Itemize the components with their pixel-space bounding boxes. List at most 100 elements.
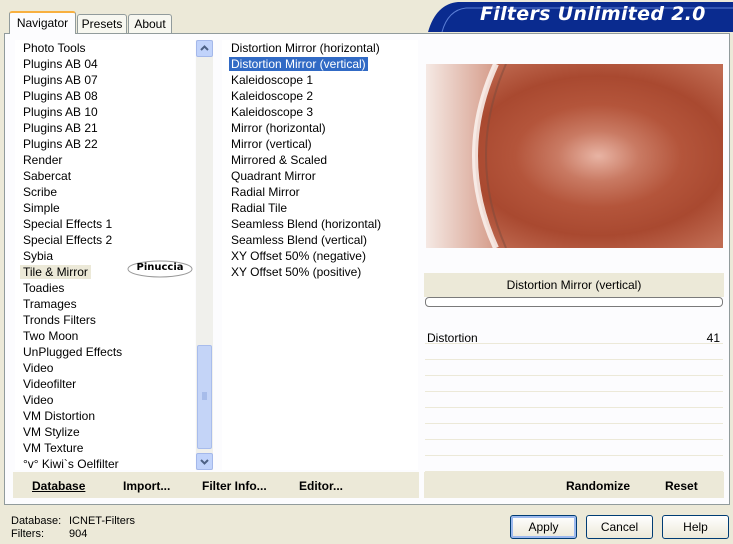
preview-image xyxy=(426,64,723,248)
category-item[interactable]: Plugins AB 04 xyxy=(15,56,195,72)
category-item[interactable]: Two Moon xyxy=(15,328,195,344)
filter-label: Mirrored & Scaled xyxy=(231,153,328,167)
filter-item[interactable]: Kaleidoscope 3 xyxy=(222,104,418,120)
filter-item[interactable]: Mirrored & Scaled xyxy=(222,152,418,168)
category-item[interactable]: Tramages xyxy=(15,296,195,312)
category-item[interactable]: VM Stylize xyxy=(15,424,195,440)
tab-presets[interactable]: Presets xyxy=(77,14,127,33)
scroll-thumb[interactable] xyxy=(197,345,212,449)
category-item[interactable]: UnPlugged Effects xyxy=(15,344,195,360)
category-item[interactable]: Video xyxy=(15,392,195,408)
tab-navigator[interactable]: Navigator xyxy=(9,11,76,34)
database-button[interactable]: Database xyxy=(32,479,85,493)
category-label: °v° Kiwi`s Oelfilter xyxy=(23,457,119,470)
filter-item[interactable]: Mirror (horizontal) xyxy=(222,120,418,136)
filter-list[interactable]: Distortion Mirror (horizontal) Distortion… xyxy=(222,40,418,470)
randomize-button[interactable]: Randomize xyxy=(566,479,630,493)
filter-label: Kaleidoscope 3 xyxy=(231,105,314,119)
category-label: Plugins AB 04 xyxy=(23,57,98,71)
filter-item[interactable]: XY Offset 50% (positive) xyxy=(222,264,418,280)
category-scrollbar[interactable] xyxy=(196,40,213,470)
category-item[interactable]: Special Effects 1 xyxy=(15,216,195,232)
chevron-down-icon xyxy=(200,459,209,465)
grip-icon xyxy=(202,392,207,400)
param-row-empty xyxy=(425,423,723,440)
param-row-empty xyxy=(425,455,723,472)
filters-label: Filters: xyxy=(11,528,44,540)
category-item[interactable]: Plugins AB 22 xyxy=(15,136,195,152)
filter-label: Seamless Blend (horizontal) xyxy=(231,217,382,231)
category-item[interactable]: Plugins AB 10 xyxy=(15,104,195,120)
category-label: Videofilter xyxy=(23,377,77,391)
filter-info-button[interactable]: Filter Info... xyxy=(202,479,267,493)
category-item[interactable]: Scribe xyxy=(15,184,195,200)
filter-item[interactable]: Kaleidoscope 2 xyxy=(222,88,418,104)
param-value-distortion[interactable]: 41 xyxy=(707,331,720,345)
category-item[interactable]: Tronds Filters xyxy=(15,312,195,328)
import-button[interactable]: Import... xyxy=(123,479,170,493)
param-label-distortion: Distortion xyxy=(427,331,478,345)
category-item[interactable]: Special Effects 2 xyxy=(15,232,195,248)
category-item[interactable]: Plugins AB 07 xyxy=(15,72,195,88)
category-label: Plugins AB 22 xyxy=(23,137,98,151)
reset-button[interactable]: Reset xyxy=(665,479,698,493)
filter-item[interactable]: Distortion Mirror (vertical) xyxy=(222,56,418,72)
category-label: VM Texture xyxy=(23,441,84,455)
category-item[interactable]: °v° Kiwi`s Oelfilter xyxy=(15,456,195,470)
category-label: Tronds Filters xyxy=(23,313,96,327)
help-button[interactable]: Help xyxy=(662,515,729,539)
filter-label: Distortion Mirror (vertical) xyxy=(229,57,368,71)
cancel-button[interactable]: Cancel xyxy=(586,515,653,539)
category-item[interactable]: Plugins AB 08 xyxy=(15,88,195,104)
filter-item[interactable]: Radial Tile xyxy=(222,200,418,216)
category-item[interactable]: Plugins AB 21 xyxy=(15,120,195,136)
category-label: Photo Tools xyxy=(23,41,86,55)
app-title: Filters Unlimited 2.0 xyxy=(480,3,706,25)
category-label: Sabercat xyxy=(23,169,72,183)
filter-item[interactable]: Mirror (vertical) xyxy=(222,136,418,152)
category-label: Sybia xyxy=(23,249,54,263)
category-label: Special Effects 1 xyxy=(23,217,113,231)
filter-label: Distortion Mirror (horizontal) xyxy=(231,41,380,55)
param-row-empty xyxy=(425,407,723,424)
category-item[interactable]: Sabercat xyxy=(15,168,195,184)
scroll-down-button[interactable] xyxy=(196,453,213,470)
tab-about[interactable]: About xyxy=(128,14,172,33)
category-item[interactable]: VM Distortion xyxy=(15,408,195,424)
apply-button[interactable]: Apply xyxy=(510,515,577,539)
filter-label: XY Offset 50% (positive) xyxy=(231,265,362,279)
category-item[interactable]: Videofilter xyxy=(15,376,195,392)
filter-item[interactable]: Kaleidoscope 1 xyxy=(222,72,418,88)
editor-button[interactable]: Editor... xyxy=(299,479,343,493)
category-label: Video xyxy=(23,393,54,407)
category-item[interactable]: VM Texture xyxy=(15,440,195,456)
category-item[interactable]: Video xyxy=(15,360,195,376)
filter-title: Distortion Mirror (vertical) xyxy=(506,278,642,292)
progress-bar xyxy=(425,297,723,307)
filter-label: Mirror (horizontal) xyxy=(231,121,326,135)
scroll-up-button[interactable] xyxy=(196,40,213,57)
filter-item[interactable]: Seamless Blend (horizontal) xyxy=(222,216,418,232)
filter-item[interactable]: Seamless Blend (vertical) xyxy=(222,232,418,248)
filter-label: Kaleidoscope 2 xyxy=(231,89,314,103)
filter-item[interactable]: Distortion Mirror (horizontal) xyxy=(222,40,418,56)
filter-label: Mirror (vertical) xyxy=(231,137,312,151)
category-item[interactable]: Render xyxy=(15,152,195,168)
filter-item[interactable]: XY Offset 50% (negative) xyxy=(222,248,418,264)
category-label: Plugins AB 10 xyxy=(23,105,98,119)
category-label: Two Moon xyxy=(23,329,79,343)
watermark-stamp: Pinuccia xyxy=(127,259,193,279)
category-label: Render xyxy=(23,153,63,167)
category-item[interactable]: Photo Tools xyxy=(15,40,195,56)
param-row-empty xyxy=(425,375,723,392)
filter-item[interactable]: Quadrant Mirror xyxy=(222,168,418,184)
category-label: Plugins AB 08 xyxy=(23,89,98,103)
category-item[interactable]: Toadies xyxy=(15,280,195,296)
category-item[interactable]: Simple xyxy=(15,200,195,216)
category-list[interactable]: Photo Tools Plugins AB 04 Plugins AB 07 Plu… xyxy=(15,40,195,470)
param-row-empty xyxy=(425,439,723,456)
filter-item[interactable]: Radial Mirror xyxy=(222,184,418,200)
filter-label: Radial Mirror xyxy=(231,185,300,199)
category-label: Simple xyxy=(23,201,60,215)
watermark-text: Pinuccia xyxy=(136,262,184,273)
